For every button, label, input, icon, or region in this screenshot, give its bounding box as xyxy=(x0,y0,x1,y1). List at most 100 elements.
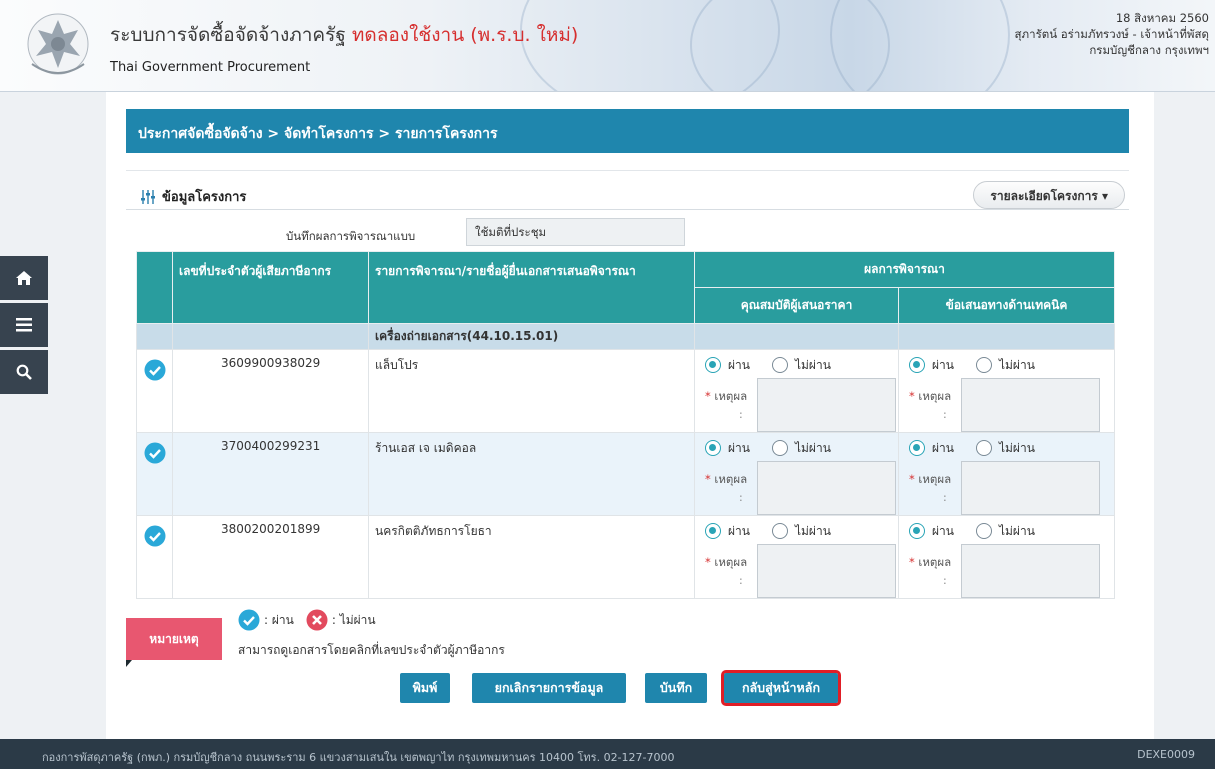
home-button[interactable] xyxy=(0,256,48,300)
qualification-column-header: คุณสมบัติผู้เสนอราคา xyxy=(694,287,899,324)
qualification-pass-radio[interactable] xyxy=(705,357,721,373)
bidder-name: ร้านเอส เจ เมดิคอล xyxy=(368,432,695,516)
search-icon xyxy=(16,364,32,380)
pass-label: ผ่าน xyxy=(728,440,750,455)
legend: หมายเหตุ : ผ่าน : ไม่ผ่าน สามารถดูเอกสาร… xyxy=(126,607,726,667)
x-circle-icon xyxy=(306,609,328,631)
check-circle-icon xyxy=(144,359,165,381)
fail-label: ไม่ผ่าน xyxy=(794,523,831,538)
technical-pass-radio[interactable] xyxy=(909,523,925,539)
item-group-row: เครื่องถ่ายเอกสาร(44.10.15.01) xyxy=(136,323,1115,350)
reason-label: * เหตุผล xyxy=(909,389,952,403)
qualification-pass-radio[interactable] xyxy=(705,523,721,539)
table-row: 3609900938029 แล็บโปร ผ่าน ไม่ผ่าน * เหต… xyxy=(136,349,1115,433)
user-department: กรมบัญชีกลาง กรุงเทพฯ xyxy=(1089,43,1209,57)
status-cell xyxy=(136,515,173,599)
system-subtitle: Thai Government Procurement xyxy=(110,60,311,75)
tax-id-link[interactable]: 3800200201899 xyxy=(172,515,369,599)
qualification-reason-field[interactable] xyxy=(757,378,896,432)
section-title: ข้อมูลโครงการ xyxy=(140,186,246,207)
breadcrumb: ประกาศจัดซื้อจัดจ้าง > จัดทำโครงการ > รา… xyxy=(126,109,1129,153)
qualification-pass-radio[interactable] xyxy=(705,440,721,456)
record-method-field[interactable]: ใช้มติที่ประชุม xyxy=(466,218,685,246)
qualification-cell: ผ่าน ไม่ผ่าน * เหตุผล: xyxy=(694,349,899,433)
pass-label: ผ่าน xyxy=(728,357,750,372)
check-circle-icon xyxy=(238,609,260,631)
tax-id-link[interactable]: 3700400299231 xyxy=(172,432,369,516)
tax-id-link[interactable]: 3609900938029 xyxy=(172,349,369,433)
footer-address: กองการพัสดุภาครัฐ (กพภ.) กรมบัญชีกลาง ถน… xyxy=(42,751,675,764)
bidder-name: แล็บโปร xyxy=(368,349,695,433)
pass-label: ผ่าน xyxy=(932,357,954,372)
project-content: ข้อมูลโครงการ รายละเอียดโครงการ ▾ บันทึก… xyxy=(126,170,1129,708)
system-title-trial: ทดลองใช้งาน (พ.ร.บ. ใหม่) xyxy=(351,24,579,46)
record-method-label: บันทึกผลการพิจารณาแบบ xyxy=(286,229,416,243)
item-column-header: รายการพิจารณา/รายชื่อผู้ยื่นเอกสารเสนอพิ… xyxy=(368,251,695,324)
qualification-reason-field[interactable] xyxy=(757,544,896,598)
qualification-fail-radio[interactable] xyxy=(771,440,788,456)
system-title: ระบบการจัดซื้อจัดจ้างภาครัฐ ทดลองใช้งาน … xyxy=(110,20,578,50)
record-method-row: บันทึกผลการพิจารณาแบบ ใช้มติที่ประชุม xyxy=(126,217,686,247)
evaluation-table: เลขที่ประจำตัวผู้เสียภาษีอากร รายการพิจา… xyxy=(136,251,1115,599)
user-info: 18 สิงหาคม 2560 สุภารัตน์ อร่ามภัทรวงษ์ … xyxy=(1015,10,1209,58)
pass-label: ผ่าน xyxy=(728,523,750,538)
qualification-fail-radio[interactable] xyxy=(771,523,788,539)
save-button[interactable]: บันทึก xyxy=(645,673,707,703)
cancel-record-button[interactable]: ยกเลิกรายการข้อมูล xyxy=(472,673,626,703)
system-title-main: ระบบการจัดซื้อจัดจ้างภาครัฐ xyxy=(110,24,346,46)
print-button[interactable]: พิมพ์ xyxy=(400,673,450,703)
technical-reason-field[interactable] xyxy=(961,378,1100,432)
technical-fail-radio[interactable] xyxy=(975,440,992,456)
table-row: 3700400299231 ร้านเอส เจ เมดิคอล ผ่าน ไม… xyxy=(136,432,1115,516)
site-footer: กองการพัสดุภาครัฐ (กพภ.) กรมบัญชีกลาง ถน… xyxy=(0,739,1215,769)
user-name: สุภารัตน์ อร่ามภัทรวงษ์ - เจ้าหน้าที่พัส… xyxy=(1014,27,1209,41)
project-detail-button[interactable]: รายละเอียดโครงการ ▾ xyxy=(973,181,1125,209)
result-column-header: ผลการพิจารณา xyxy=(694,251,1115,288)
technical-reason-field[interactable] xyxy=(961,461,1100,515)
main-panel: ประกาศจัดซื้อจัดจ้าง > จัดทำโครงการ > รา… xyxy=(106,92,1154,739)
current-date: 18 สิงหาคม 2560 xyxy=(1115,11,1209,25)
technical-column-header: ข้อเสนอทางด้านเทคนิค xyxy=(898,287,1115,324)
technical-reason-field[interactable] xyxy=(961,544,1100,598)
technical-fail-radio[interactable] xyxy=(975,523,992,539)
status-cell xyxy=(136,349,173,433)
pass-label: ผ่าน xyxy=(932,440,954,455)
action-buttons: พิมพ์ ยกเลิกรายการข้อมูล บันทึก กลับสู่ห… xyxy=(126,670,1129,707)
section-header: ข้อมูลโครงการ รายละเอียดโครงการ ▾ xyxy=(126,179,1129,209)
menu-icon xyxy=(16,318,32,332)
fail-label: ไม่ผ่าน xyxy=(998,523,1035,538)
tax-id-column-header: เลขที่ประจำตัวผู้เสียภาษีอากร xyxy=(172,251,369,324)
bidder-name: นครกิตติภัทธการโยธา xyxy=(368,515,695,599)
qualification-reason-field[interactable] xyxy=(757,461,896,515)
page-code: DEXE0009 xyxy=(1137,748,1195,761)
check-circle-icon xyxy=(144,525,165,547)
technical-pass-radio[interactable] xyxy=(909,357,925,373)
header-ornament xyxy=(830,0,1010,91)
reason-label: * เหตุผล xyxy=(705,389,748,403)
reason-label: * เหตุผล xyxy=(909,472,952,486)
technical-pass-radio[interactable] xyxy=(909,440,925,456)
technical-cell: ผ่าน ไม่ผ่าน * เหตุผล: xyxy=(898,515,1115,599)
reason-label: * เหตุผล xyxy=(909,555,952,569)
legend-description: สามารถดูเอกสารโดยคลิกที่เลขประจำตัวผู้ภา… xyxy=(238,643,505,657)
section-divider xyxy=(126,209,1129,210)
item-group-label: เครื่องถ่ายเอกสาร(44.10.15.01) xyxy=(368,323,695,350)
search-button[interactable] xyxy=(0,350,48,394)
back-to-home-button[interactable]: กลับสู่หน้าหลัก xyxy=(721,670,841,706)
menu-button[interactable] xyxy=(0,303,48,347)
fail-label: ไม่ผ่าน xyxy=(794,357,831,372)
government-logo-icon xyxy=(27,13,89,75)
legend-icons: : ผ่าน : ไม่ผ่าน xyxy=(238,609,376,631)
pass-label: ผ่าน xyxy=(932,523,954,538)
technical-fail-radio[interactable] xyxy=(975,357,992,373)
qualification-cell: ผ่าน ไม่ผ่าน * เหตุผล: xyxy=(694,515,899,599)
reason-label: * เหตุผล xyxy=(705,555,748,569)
side-rail xyxy=(0,256,62,397)
status-cell xyxy=(136,432,173,516)
sliders-icon xyxy=(141,189,155,204)
table-row: 3800200201899 นครกิตติภัทธการโยธา ผ่าน ไ… xyxy=(136,515,1115,599)
technical-cell: ผ่าน ไม่ผ่าน * เหตุผล: xyxy=(898,349,1115,433)
home-icon xyxy=(16,271,32,285)
site-header: ระบบการจัดซื้อจัดจ้างภาครัฐ ทดลองใช้งาน … xyxy=(0,0,1215,92)
qualification-fail-radio[interactable] xyxy=(771,357,788,373)
